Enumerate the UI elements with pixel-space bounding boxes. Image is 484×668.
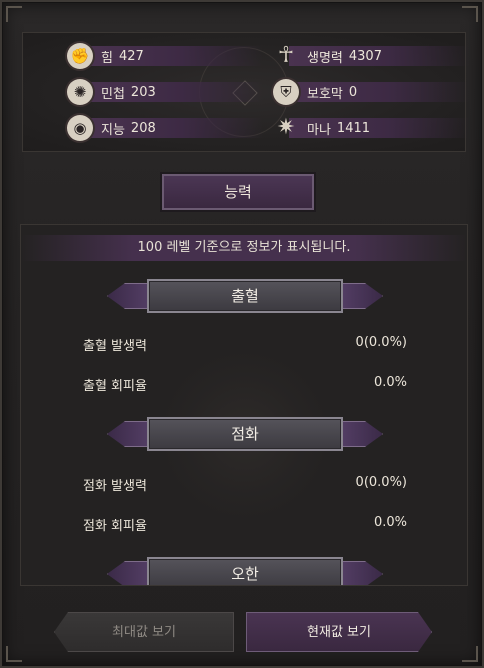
row-value: 0(0.0%) [355, 335, 407, 350]
triskelion-icon: ✺ [67, 79, 93, 105]
frame-corner-ornament [462, 646, 478, 662]
ability-window: ✊ 힘 427 ☥ 생명력 4307 ✺ 민첩 203 ⛨ 보호막 0 ◉ 지능… [0, 0, 484, 668]
row-label: 출혈 회피율 [83, 379, 147, 394]
stats-panel: ✊ 힘 427 ☥ 생명력 4307 ✺ 민첩 203 ⛨ 보호막 0 ◉ 지능… [22, 32, 469, 152]
stat-row: 점화 발생력 0(0.0%) [83, 475, 407, 495]
stat-label: 생명력 [307, 50, 343, 66]
section-header-bleed: 출혈 [107, 279, 383, 313]
stat-label: 힘 [101, 50, 113, 66]
row-value: 0(0.0%) [355, 475, 407, 490]
stat-row: 점화 회피율 0.0% [83, 515, 407, 535]
show-current-button[interactable]: 현재값 보기 [246, 612, 432, 652]
row-value: 0.0% [373, 375, 407, 390]
row-label: 출혈 발생력 [83, 339, 147, 354]
frame-corner-ornament [6, 646, 22, 662]
section-header-ignite: 점화 [107, 417, 383, 451]
star-icon: ✷ [276, 115, 296, 140]
stat-value: 427 [118, 48, 144, 64]
section-header-chill: 오한 [107, 557, 383, 585]
stat-value: 1411 [336, 120, 371, 136]
shield-icon: ⛨ [273, 79, 299, 105]
section-title: 오한 [147, 557, 343, 585]
frame-corner-ornament [6, 6, 22, 22]
section-title: 점화 [147, 417, 343, 451]
stat-label: 민첩 [101, 86, 125, 102]
stat-value: 4307 [348, 48, 382, 64]
stat-strength: ✊ 힘 427 [67, 43, 263, 69]
stat-value: 0 [348, 84, 358, 100]
stat-label: 지능 [101, 122, 125, 138]
ability-info-panel[interactable]: 100 레벨 기준으로 정보가 표시됩니다. 출혈 출혈 발생력 0(0.0%)… [20, 224, 468, 586]
stat-dexterity: ✺ 민첩 203 [67, 79, 263, 105]
eye-icon: ◉ [67, 115, 93, 141]
stat-mana: ✷ 마나 1411 [273, 115, 469, 141]
row-label: 점화 발생력 [83, 479, 147, 494]
stat-value: 203 [130, 84, 156, 100]
stat-row: 출혈 발생력 0(0.0%) [83, 335, 407, 355]
stat-label: 보호막 [307, 86, 343, 102]
fist-icon: ✊ [67, 43, 93, 69]
stat-value: 208 [130, 120, 156, 136]
tab-ability[interactable]: 능력 [162, 174, 314, 210]
show-max-button[interactable]: 최대값 보기 [54, 612, 234, 652]
row-label: 점화 회피율 [83, 519, 147, 534]
stat-intelligence: ◉ 지능 208 [67, 115, 263, 141]
stat-life: ☥ 생명력 4307 [273, 43, 469, 69]
stat-label: 마나 [307, 122, 331, 138]
frame-corner-ornament [462, 6, 478, 22]
stat-barrier: ⛨ 보호막 0 [273, 79, 469, 105]
section-title: 출혈 [147, 279, 343, 313]
stat-row: 출혈 회피율 0.0% [83, 375, 407, 395]
ankh-icon: ☥ [277, 43, 295, 68]
row-value: 0.0% [373, 515, 407, 530]
level-notice: 100 레벨 기준으로 정보가 표시됩니다. [21, 235, 467, 261]
